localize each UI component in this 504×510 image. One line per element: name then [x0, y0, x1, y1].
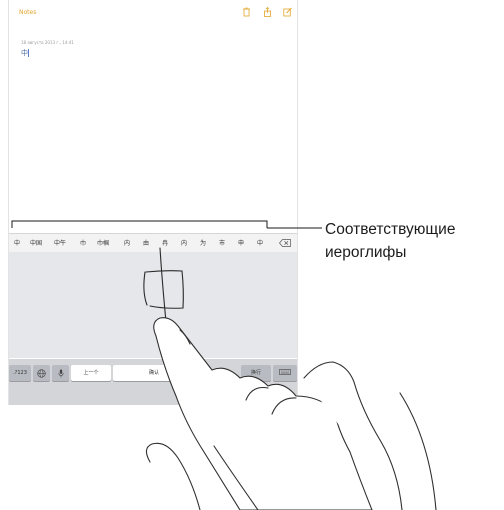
hand-illustration [143, 247, 437, 510]
pointing-hand [145, 317, 437, 510]
handwriting-stroke [143, 247, 184, 323]
